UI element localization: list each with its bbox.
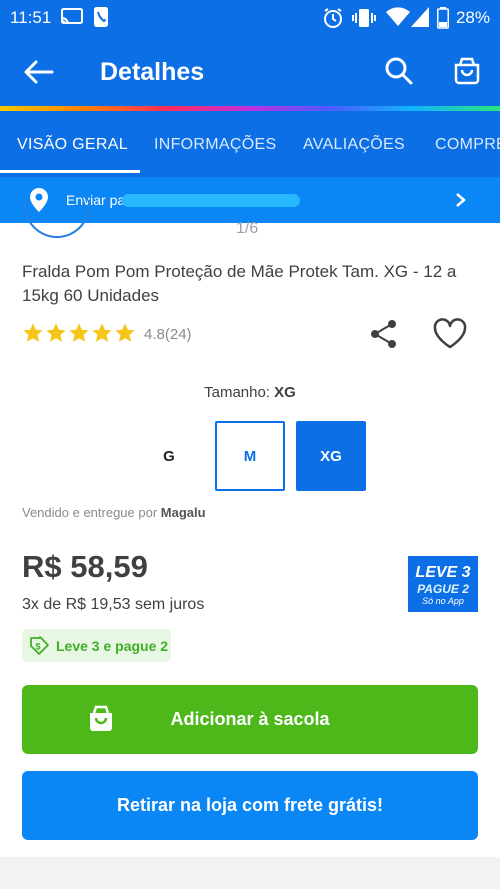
size-caption: Tamanho: XG <box>0 384 500 401</box>
tab-visao-geral[interactable]: VISÃO GERAL <box>17 136 128 154</box>
product-price: R$ 58,59 <box>22 549 148 584</box>
product-title: Fralda Pom Pom Proteção de Mãe Protek Ta… <box>22 262 457 305</box>
store-pickup-button[interactable]: Retirar na loja com frete grátis! <box>22 771 478 840</box>
image-pager: 1/6 <box>236 220 259 237</box>
tab-bar: VISÃO GERAL INFORMAÇÕES AVALIAÇÕES COMPR… <box>0 111 500 177</box>
promo-badge-line2: PAGUE 2 <box>417 582 469 596</box>
rating-stars <box>22 322 136 346</box>
promo-badge-line1: LEVE 3 <box>415 564 471 581</box>
back-arrow-icon[interactable] <box>22 58 56 86</box>
size-caption-label: Tamanho: <box>204 384 270 401</box>
bottom-divider <box>0 857 500 889</box>
seller-info: Vendido e entregue por Magalu <box>22 505 206 520</box>
add-to-bag-label: Adicionar à sacola <box>170 709 330 729</box>
heart-icon[interactable] <box>432 318 468 350</box>
promo-tag[interactable]: $ Leve 3 e pague 2 <box>22 629 171 662</box>
tab-avaliacoes[interactable]: AVALIAÇÕES <box>303 136 405 154</box>
promo-badge-line3: Só no App <box>422 596 464 606</box>
tab-compre[interactable]: COMPRE <box>435 136 500 154</box>
app-bar: Detalhes <box>0 36 500 106</box>
seller-name: Magalu <box>160 505 206 520</box>
wifi-icon <box>386 7 410 27</box>
redacted-address <box>122 194 300 207</box>
cast-icon <box>61 8 83 25</box>
installment-info: 3x de R$ 19,53 sem juros <box>22 596 205 613</box>
chevron-right-icon <box>456 193 466 207</box>
status-time: 11:51 <box>10 8 52 27</box>
promo-tag-label: Leve 3 e pague 2 <box>56 638 169 654</box>
phone-notification-icon <box>94 7 108 27</box>
shopping-bag-icon[interactable] <box>452 56 482 86</box>
battery-percent: 28% <box>455 8 490 27</box>
size-option-m[interactable]: M <box>215 421 285 491</box>
battery-icon <box>437 7 449 29</box>
star-icon <box>69 323 89 342</box>
signal-icon <box>411 7 429 27</box>
star-icon <box>23 323 43 342</box>
status-bar: 11:51 28% <box>0 0 500 36</box>
add-to-bag-button[interactable]: Adicionar à sacola <box>22 685 478 754</box>
star-icon <box>92 323 112 342</box>
star-icon <box>115 323 135 342</box>
size-selected-value: XG <box>274 384 296 401</box>
vibrate-icon <box>352 9 376 27</box>
rating-value: 4.8(24) <box>144 326 192 343</box>
size-option-xg[interactable]: XG <box>296 421 366 491</box>
product-image-edge <box>24 200 90 238</box>
search-icon[interactable] <box>384 56 414 86</box>
alarm-icon <box>324 8 342 28</box>
star-icon <box>46 323 66 342</box>
active-tab-indicator <box>0 170 140 173</box>
seller-prefix: Vendido e entregue por <box>22 505 158 520</box>
tab-informacoes[interactable]: INFORMAÇÕES <box>154 136 276 154</box>
svg-text:$: $ <box>35 642 40 652</box>
size-option-g[interactable]: G <box>134 421 204 491</box>
leve3-pague2-badge: LEVE 3 PAGUE 2 Só no App <box>408 556 478 612</box>
page-title: Detalhes <box>100 58 205 86</box>
share-icon[interactable] <box>370 319 398 349</box>
price-tag-icon: $ <box>30 636 49 655</box>
store-pickup-label: Retirar na loja com frete grátis! <box>116 795 384 815</box>
